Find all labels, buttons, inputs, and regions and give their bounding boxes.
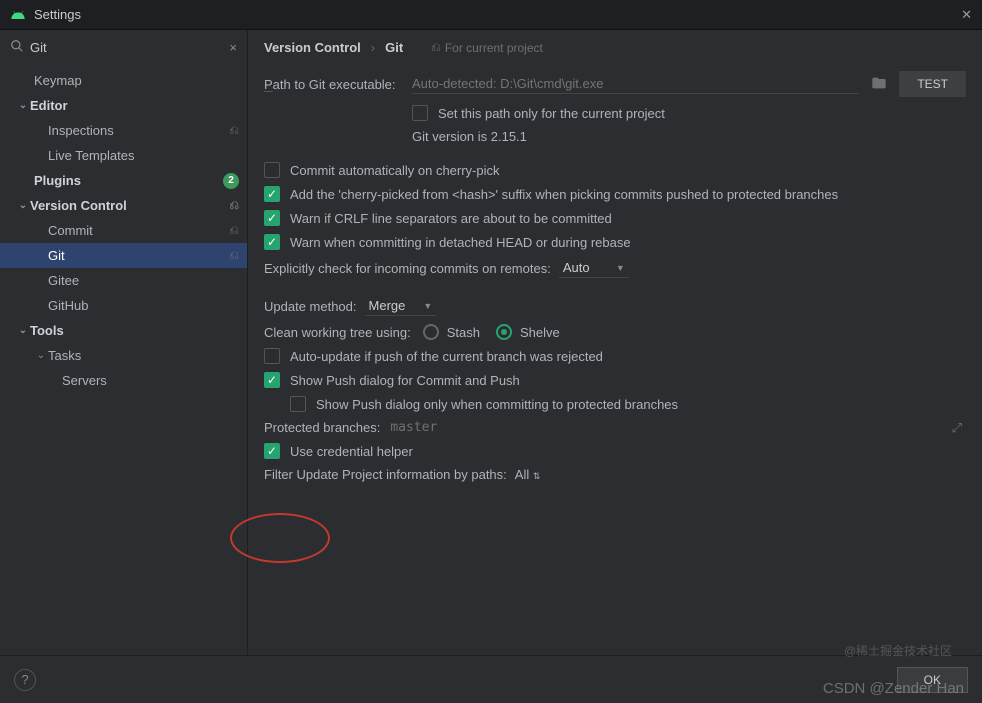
tree-servers[interactable]: Servers	[0, 368, 247, 393]
tree-tools[interactable]: ⌄Tools	[0, 318, 247, 343]
tree-version-control[interactable]: ⌄Version Control⎌	[0, 193, 247, 218]
chevron-down-icon: ▼	[616, 263, 625, 273]
checkbox-credential-helper[interactable]: ✓	[264, 443, 280, 459]
dropdown-explicit-check[interactable]: Auto▼	[559, 258, 629, 278]
reset-icon[interactable]: ⎌	[229, 223, 239, 238]
label-shelve: Shelve	[520, 325, 560, 340]
breadcrumb: Version Control › Git ⎌For current proje…	[264, 40, 966, 55]
checkbox-auto-update-push[interactable]	[264, 348, 280, 364]
search-input[interactable]	[30, 40, 229, 55]
dropdown-filter-update[interactable]: All ⇅	[515, 467, 541, 482]
tree-gitee[interactable]: Gitee	[0, 268, 247, 293]
test-button[interactable]: TEST	[899, 71, 966, 97]
checkbox-commit-auto-cherry[interactable]	[264, 162, 280, 178]
radio-shelve[interactable]	[496, 324, 512, 340]
label-show-push-protected: Show Push dialog only when committing to…	[316, 397, 678, 412]
tree-inspections[interactable]: Inspections⎌	[0, 118, 247, 143]
watermark: CSDN @Zender Han	[823, 680, 964, 697]
folder-icon[interactable]	[871, 75, 887, 94]
radio-stash[interactable]	[423, 324, 439, 340]
tree-tasks[interactable]: ⌄Tasks	[0, 343, 247, 368]
watermark: @稀土掘金技术社区	[844, 642, 952, 659]
checkbox-warn-crlf[interactable]: ✓	[264, 210, 280, 226]
label-stash: Stash	[447, 325, 480, 340]
tree-keymap[interactable]: Keymap	[0, 68, 247, 93]
checkbox-cherry-suffix[interactable]: ✓	[264, 186, 280, 202]
help-icon[interactable]: ?	[14, 669, 36, 691]
tree-commit[interactable]: Commit⎌	[0, 218, 247, 243]
label-protected-branches: Protected branches:	[264, 420, 380, 435]
tree-git[interactable]: Git⎌	[0, 243, 247, 268]
label-warn-detached: Warn when committing in detached HEAD or…	[290, 235, 631, 250]
git-version-text: Git version is 2.15.1	[412, 129, 966, 144]
git-path-input[interactable]	[412, 74, 859, 94]
reset-icon[interactable]: ⎌	[229, 198, 239, 213]
label-auto-update-push: Auto-update if push of the current branc…	[290, 349, 603, 364]
clear-search-icon[interactable]: ×	[229, 40, 237, 55]
reset-icon[interactable]: ⎌	[229, 248, 239, 263]
expand-icon[interactable]: ⤢	[952, 420, 962, 436]
label-filter-update: Filter Update Project information by pat…	[264, 467, 507, 482]
close-icon[interactable]: ✕	[961, 7, 972, 23]
checkbox-show-push-dialog[interactable]: ✓	[264, 372, 280, 388]
chevron-down-icon: ⌄	[16, 200, 30, 211]
label-cherry-suffix: Add the 'cherry-picked from <hash>' suff…	[290, 187, 838, 202]
protected-branches-value[interactable]: master	[390, 420, 437, 435]
checkbox-show-push-protected[interactable]	[290, 396, 306, 412]
label-credential-helper: Use credential helper	[290, 444, 413, 459]
chevron-right-icon: ›	[371, 40, 375, 55]
window-title: Settings	[34, 7, 961, 22]
label-show-push-dialog: Show Push dialog for Commit and Push	[290, 373, 520, 388]
label-explicit-check: Explicitly check for incoming commits on…	[264, 261, 551, 276]
git-path-label: PPath to Git executable:ath to Git execu…	[264, 77, 412, 92]
reset-icon[interactable]: ⎌	[229, 123, 239, 138]
plugins-badge: 2	[223, 173, 239, 189]
label-commit-auto-cherry: Commit automatically on cherry-pick	[290, 163, 500, 178]
chevron-down-icon: ⌄	[16, 325, 30, 336]
project-scope-note: ⎌For current project	[431, 40, 543, 55]
chevron-down-icon: ⌄	[34, 350, 48, 361]
label-clean-tree: Clean working tree using:	[264, 325, 411, 340]
label-warn-crlf: Warn if CRLF line separators are about t…	[290, 211, 612, 226]
chevron-down-icon: ⌄	[16, 100, 30, 111]
label-set-path-project: Set this path only for the current proje…	[438, 106, 665, 121]
dropdown-update-method[interactable]: Merge▼	[365, 296, 437, 316]
tree-editor[interactable]: ⌄Editor	[0, 93, 247, 118]
tree-plugins[interactable]: Plugins2	[0, 168, 247, 193]
chevron-down-icon: ▼	[423, 301, 432, 311]
search-icon	[10, 39, 24, 56]
checkbox-set-path-project[interactable]	[412, 105, 428, 121]
label-update-method: Update method:	[264, 299, 357, 314]
tree-github[interactable]: GitHub	[0, 293, 247, 318]
checkbox-warn-detached[interactable]: ✓	[264, 234, 280, 250]
tree-live-templates[interactable]: Live Templates	[0, 143, 247, 168]
android-logo	[10, 7, 26, 23]
